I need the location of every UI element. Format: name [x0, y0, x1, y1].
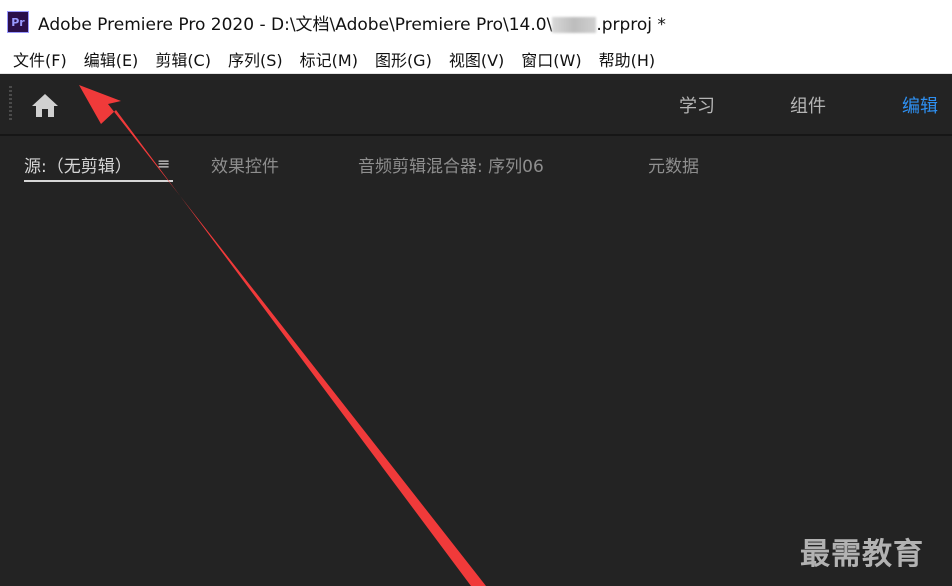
- window-title-prefix: Adobe Premiere Pro 2020 - D:\文档\Adobe\Pr…: [38, 14, 553, 35]
- menu-view[interactable]: 视图(V): [440, 47, 512, 71]
- workspace-tab-assembly[interactable]: 组件: [790, 92, 826, 118]
- title-bar: Pr Adobe Premiere Pro 2020 - D:\文档\Adobe…: [0, 0, 952, 44]
- panel-grip-handle[interactable]: [9, 86, 12, 122]
- menu-graphics[interactable]: 图形(G): [366, 47, 440, 71]
- menu-edit[interactable]: 编辑(E): [75, 47, 147, 71]
- hamburger-menu-icon[interactable]: ≡: [157, 154, 170, 173]
- menu-window[interactable]: 窗口(W): [512, 47, 589, 71]
- menu-clip[interactable]: 剪辑(C): [146, 47, 219, 71]
- tab-metadata[interactable]: 元数据: [648, 152, 699, 177]
- menu-help[interactable]: 帮助(H): [590, 47, 664, 71]
- tab-audio-clip-mixer[interactable]: 音频剪辑混合器: 序列06: [358, 152, 544, 177]
- panel-tab-bar: 源:（无剪辑） ≡ 效果控件 音频剪辑混合器: 序列06 元数据: [0, 136, 952, 186]
- premiere-pro-app-icon: Pr: [7, 11, 29, 33]
- workspace-bar: 学习 组件 编辑: [0, 74, 952, 136]
- tab-source[interactable]: 源:（无剪辑）: [24, 152, 132, 177]
- menu-sequence[interactable]: 序列(S): [219, 47, 291, 71]
- workspace-tab-learning[interactable]: 学习: [679, 92, 715, 118]
- source-monitor-panel: [0, 186, 952, 586]
- menu-markers[interactable]: 标记(M): [291, 47, 366, 71]
- home-icon[interactable]: [30, 92, 60, 118]
- tab-effect-controls[interactable]: 效果控件: [211, 152, 279, 177]
- menu-file[interactable]: 文件(F): [0, 47, 75, 71]
- watermark: 最需教育: [800, 537, 924, 572]
- window-title-suffix: .prproj *: [596, 14, 666, 35]
- workspace-tab-editing[interactable]: 编辑: [902, 92, 938, 118]
- blurred-filename: [552, 16, 597, 33]
- active-tab-underline: [24, 180, 173, 182]
- menu-bar: 文件(F) 编辑(E) 剪辑(C) 序列(S) 标记(M) 图形(G) 视图(V…: [0, 44, 952, 74]
- window-title: Adobe Premiere Pro 2020 - D:\文档\Adobe\Pr…: [38, 10, 666, 35]
